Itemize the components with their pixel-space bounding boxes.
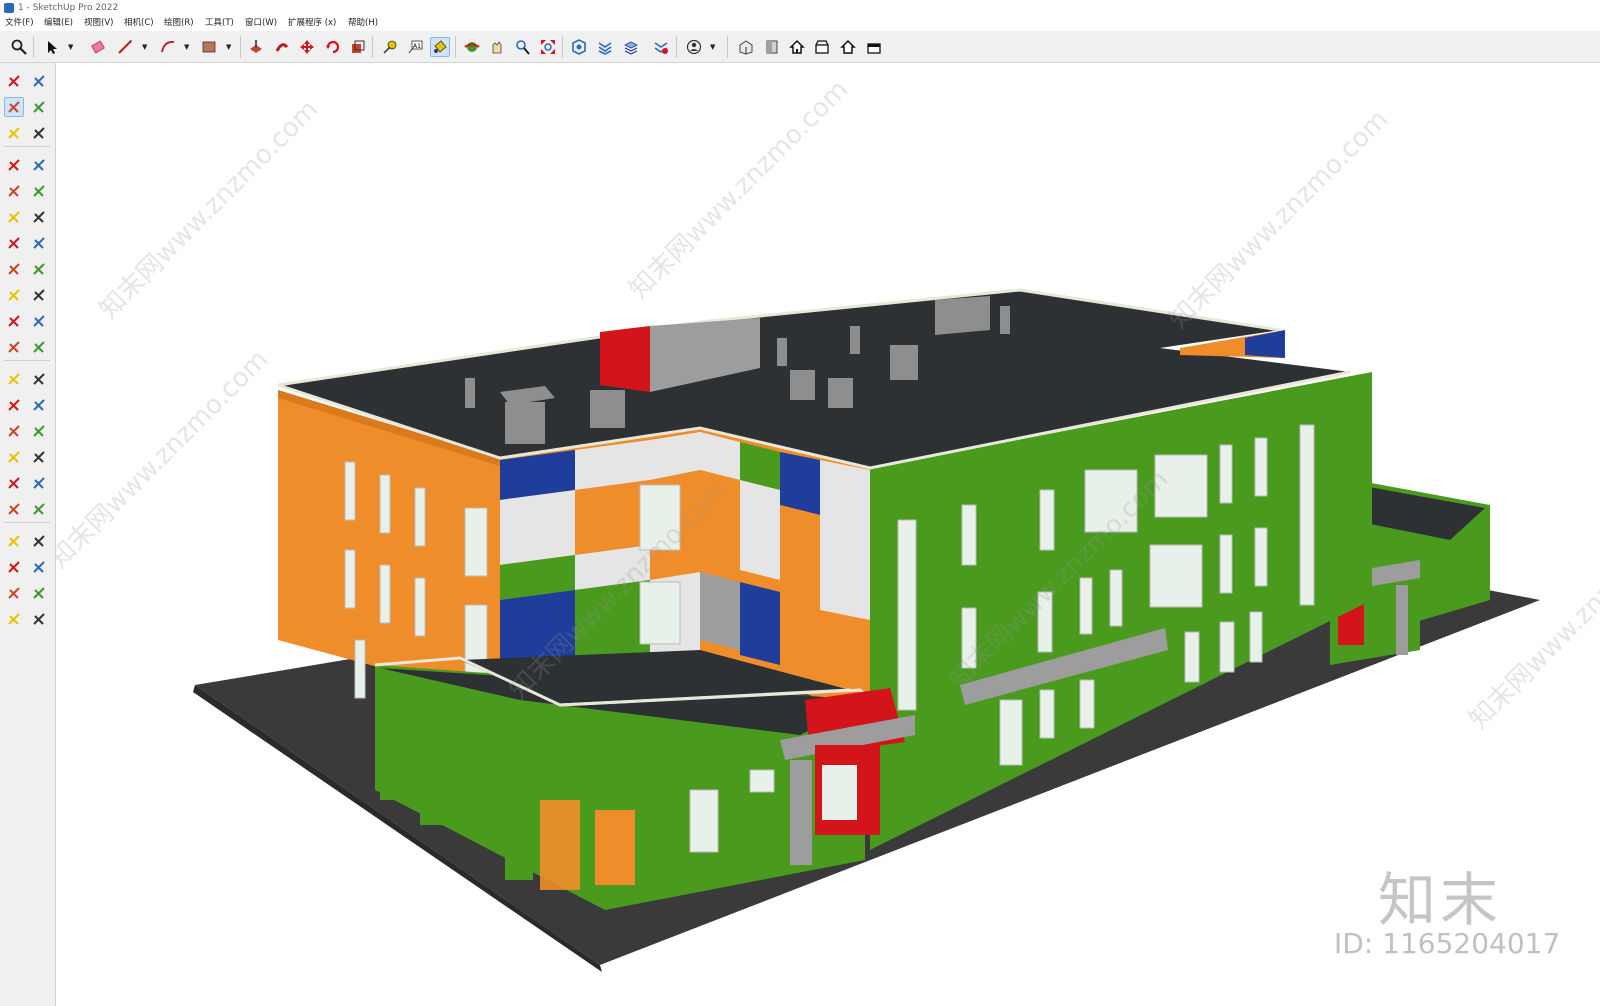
- model-id-watermark: ID: 1165204017: [1334, 927, 1561, 960]
- orbit-icon[interactable]: [462, 37, 482, 57]
- main-toolbar: ▼ ▼ ▼ ▼ A1 ▼: [0, 31, 1600, 63]
- walk-icon[interactable]: [4, 557, 24, 577]
- menu-view[interactable]: 视图(V): [84, 17, 113, 30]
- menu-edit[interactable]: 编辑(E): [44, 17, 73, 30]
- 3d-text-icon[interactable]: [29, 421, 49, 441]
- rotated-rectangle-icon[interactable]: [29, 181, 49, 201]
- line-icon[interactable]: [115, 37, 135, 57]
- building-model: 知末网www.znzmo.com 知末网www.znzmo.com 知末网www…: [56, 74, 1600, 972]
- zoom-extents-icon[interactable]: [4, 499, 24, 519]
- zoom-extents-icon[interactable]: [538, 37, 558, 57]
- svg-text:知末网www.znzmo.com: 知末网www.znzmo.com: [624, 74, 855, 305]
- rectangle-icon[interactable]: [199, 37, 219, 57]
- svg-text:知末网www.znzmo.com: 知末网www.znzmo.com: [56, 344, 274, 575]
- title-bar: 1 - SketchUp Pro 2022: [0, 0, 1600, 16]
- svg-text:A1: A1: [413, 43, 421, 50]
- paint-bucket-icon[interactable]: [4, 97, 24, 117]
- move-icon[interactable]: [297, 37, 317, 57]
- rectangle-icon[interactable]: [4, 181, 24, 201]
- component-icon[interactable]: [4, 123, 24, 143]
- right-view-icon[interactable]: [812, 37, 832, 57]
- two-point-arc-icon[interactable]: [29, 233, 49, 253]
- top-view-icon[interactable]: [762, 37, 782, 57]
- pie-icon[interactable]: [29, 259, 49, 279]
- push-pull-icon[interactable]: [246, 37, 266, 57]
- orbit-icon[interactable]: [29, 71, 49, 91]
- menu-extensions[interactable]: 扩展程序 (x): [288, 17, 336, 30]
- scale-icon[interactable]: [348, 37, 368, 57]
- section-plane-icon[interactable]: [29, 557, 49, 577]
- protractor-icon[interactable]: [4, 395, 24, 415]
- text-icon[interactable]: [29, 395, 49, 415]
- 3d-warehouse-icon[interactable]: [4, 583, 24, 603]
- tag-icon[interactable]: [29, 123, 49, 143]
- pan-icon[interactable]: [29, 447, 49, 467]
- rotate-icon[interactable]: [323, 37, 343, 57]
- orbit-icon[interactable]: [4, 447, 24, 467]
- menu-file[interactable]: 文件(F): [5, 17, 34, 30]
- tape-measure-icon[interactable]: [380, 37, 400, 57]
- menu-draw[interactable]: 绘图(R): [164, 17, 194, 30]
- extension-manager-icon[interactable]: [651, 37, 671, 57]
- follow-me-icon[interactable]: [272, 37, 292, 57]
- extension-manager-icon[interactable]: [29, 609, 49, 629]
- eraser-icon[interactable]: [88, 37, 108, 57]
- iso-view-icon[interactable]: [736, 37, 756, 57]
- left-view-icon[interactable]: [864, 37, 884, 57]
- large-tool-set: [0, 63, 56, 1006]
- arc-icon[interactable]: [158, 37, 178, 57]
- menu-help[interactable]: 帮助(H): [348, 17, 378, 30]
- scale-icon[interactable]: [4, 337, 24, 357]
- brand-watermark: 知末: [1378, 866, 1503, 934]
- extension-warehouse-icon[interactable]: [29, 583, 49, 603]
- line-icon[interactable]: [4, 155, 24, 175]
- menu-camera[interactable]: 相机(C): [124, 17, 154, 30]
- sketchup-app-icon: [4, 3, 14, 13]
- back-view-icon[interactable]: [838, 37, 858, 57]
- circle-icon[interactable]: [4, 207, 24, 227]
- svg-text:知末网www.znzmo.com: 知末网www.znzmo.com: [1164, 104, 1395, 335]
- layout-icon[interactable]: [621, 37, 641, 57]
- 3d-warehouse-icon[interactable]: [569, 37, 589, 57]
- follow-me-icon[interactable]: [29, 311, 49, 331]
- freehand-icon[interactable]: [29, 155, 49, 175]
- offset-icon[interactable]: [29, 337, 49, 357]
- zoom-icon[interactable]: [4, 473, 24, 493]
- move-icon[interactable]: [4, 285, 24, 305]
- window-title: 1 - SketchUp Pro 2022: [18, 3, 119, 13]
- previous-view-icon[interactable]: [29, 499, 49, 519]
- drawing-area[interactable]: 知末网www.znzmo.com 知末网www.znzmo.com 知末网www…: [56, 63, 1600, 1006]
- paint-bucket-icon[interactable]: [430, 37, 450, 57]
- select-icon[interactable]: [42, 37, 62, 57]
- zoom-window-icon[interactable]: [512, 37, 532, 57]
- three-point-arc-icon[interactable]: [4, 259, 24, 279]
- menu-bar: 文件(F) 编辑(E) 视图(V) 相机(C) 绘图(R) 工具(T) 窗口(W…: [0, 16, 1600, 31]
- menu-window[interactable]: 窗口(W): [245, 17, 277, 30]
- svg-text:知末网www.znzmo.com: 知末网www.znzmo.com: [94, 94, 325, 325]
- zoom-window-icon[interactable]: [29, 473, 49, 493]
- polygon-icon[interactable]: [29, 207, 49, 227]
- tape-measure-icon[interactable]: [4, 369, 24, 389]
- axes-icon[interactable]: [4, 421, 24, 441]
- pan-icon[interactable]: [487, 37, 507, 57]
- rotate-icon[interactable]: [4, 311, 24, 331]
- select-icon[interactable]: [4, 71, 24, 91]
- extension-warehouse-icon[interactable]: [595, 37, 615, 57]
- menu-tools[interactable]: 工具(T): [205, 17, 234, 30]
- arc-icon[interactable]: [4, 233, 24, 253]
- zoom-icon[interactable]: [9, 37, 29, 57]
- look-around-icon[interactable]: [29, 531, 49, 551]
- front-view-icon[interactable]: [787, 37, 807, 57]
- dimension-icon[interactable]: [29, 369, 49, 389]
- position-camera-icon[interactable]: [4, 531, 24, 551]
- eraser-icon[interactable]: [29, 97, 49, 117]
- text-icon[interactable]: A1: [405, 37, 425, 57]
- push-pull-icon[interactable]: [29, 285, 49, 305]
- account-icon[interactable]: [684, 37, 704, 57]
- layout-icon[interactable]: [4, 609, 24, 629]
